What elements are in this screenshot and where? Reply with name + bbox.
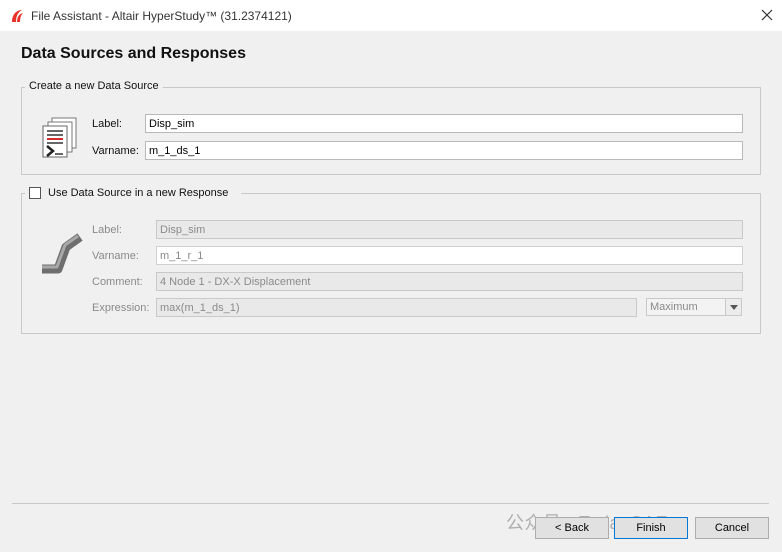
page-title: Data Sources and Responses (21, 45, 246, 62)
resp-label-caption: Label: (92, 224, 122, 236)
resp-comment-input[interactable] (156, 272, 743, 291)
footer-separator (12, 503, 769, 504)
resp-expression-input[interactable] (156, 298, 637, 317)
altair-logo-icon (12, 10, 23, 22)
goal-select[interactable]: Maximum (646, 298, 742, 316)
resp-varname-input[interactable] (156, 246, 743, 265)
finish-button[interactable]: Finish (614, 517, 688, 539)
title-bar: File Assistant - Altair HyperStudy™ (31.… (0, 0, 782, 31)
use-response-checkbox[interactable] (29, 187, 41, 199)
resp-expression-caption: Expression: (92, 302, 150, 314)
goal-select-value: Maximum (650, 301, 698, 313)
pipe-bend-icon (42, 233, 83, 274)
close-icon[interactable] (758, 6, 776, 24)
ds-varname-input[interactable] (145, 141, 743, 160)
resp-comment-caption: Comment: (92, 276, 143, 288)
document-stack-icon (42, 117, 77, 158)
window-title: File Assistant - Altair HyperStudy™ (31.… (31, 9, 292, 23)
chevron-down-icon[interactable] (725, 299, 741, 315)
back-button[interactable]: < Back (535, 517, 609, 539)
ds-label-caption: Label: (92, 118, 122, 130)
ds-varname-caption: Varname: (92, 145, 139, 157)
data-source-group-title: Create a new Data Source (25, 80, 163, 92)
cancel-button[interactable]: Cancel (695, 517, 769, 539)
resp-label-input[interactable] (156, 220, 743, 239)
resp-varname-caption: Varname: (92, 250, 139, 262)
use-response-label[interactable]: Use Data Source in a new Response (48, 187, 228, 199)
ds-label-input[interactable] (145, 114, 743, 133)
